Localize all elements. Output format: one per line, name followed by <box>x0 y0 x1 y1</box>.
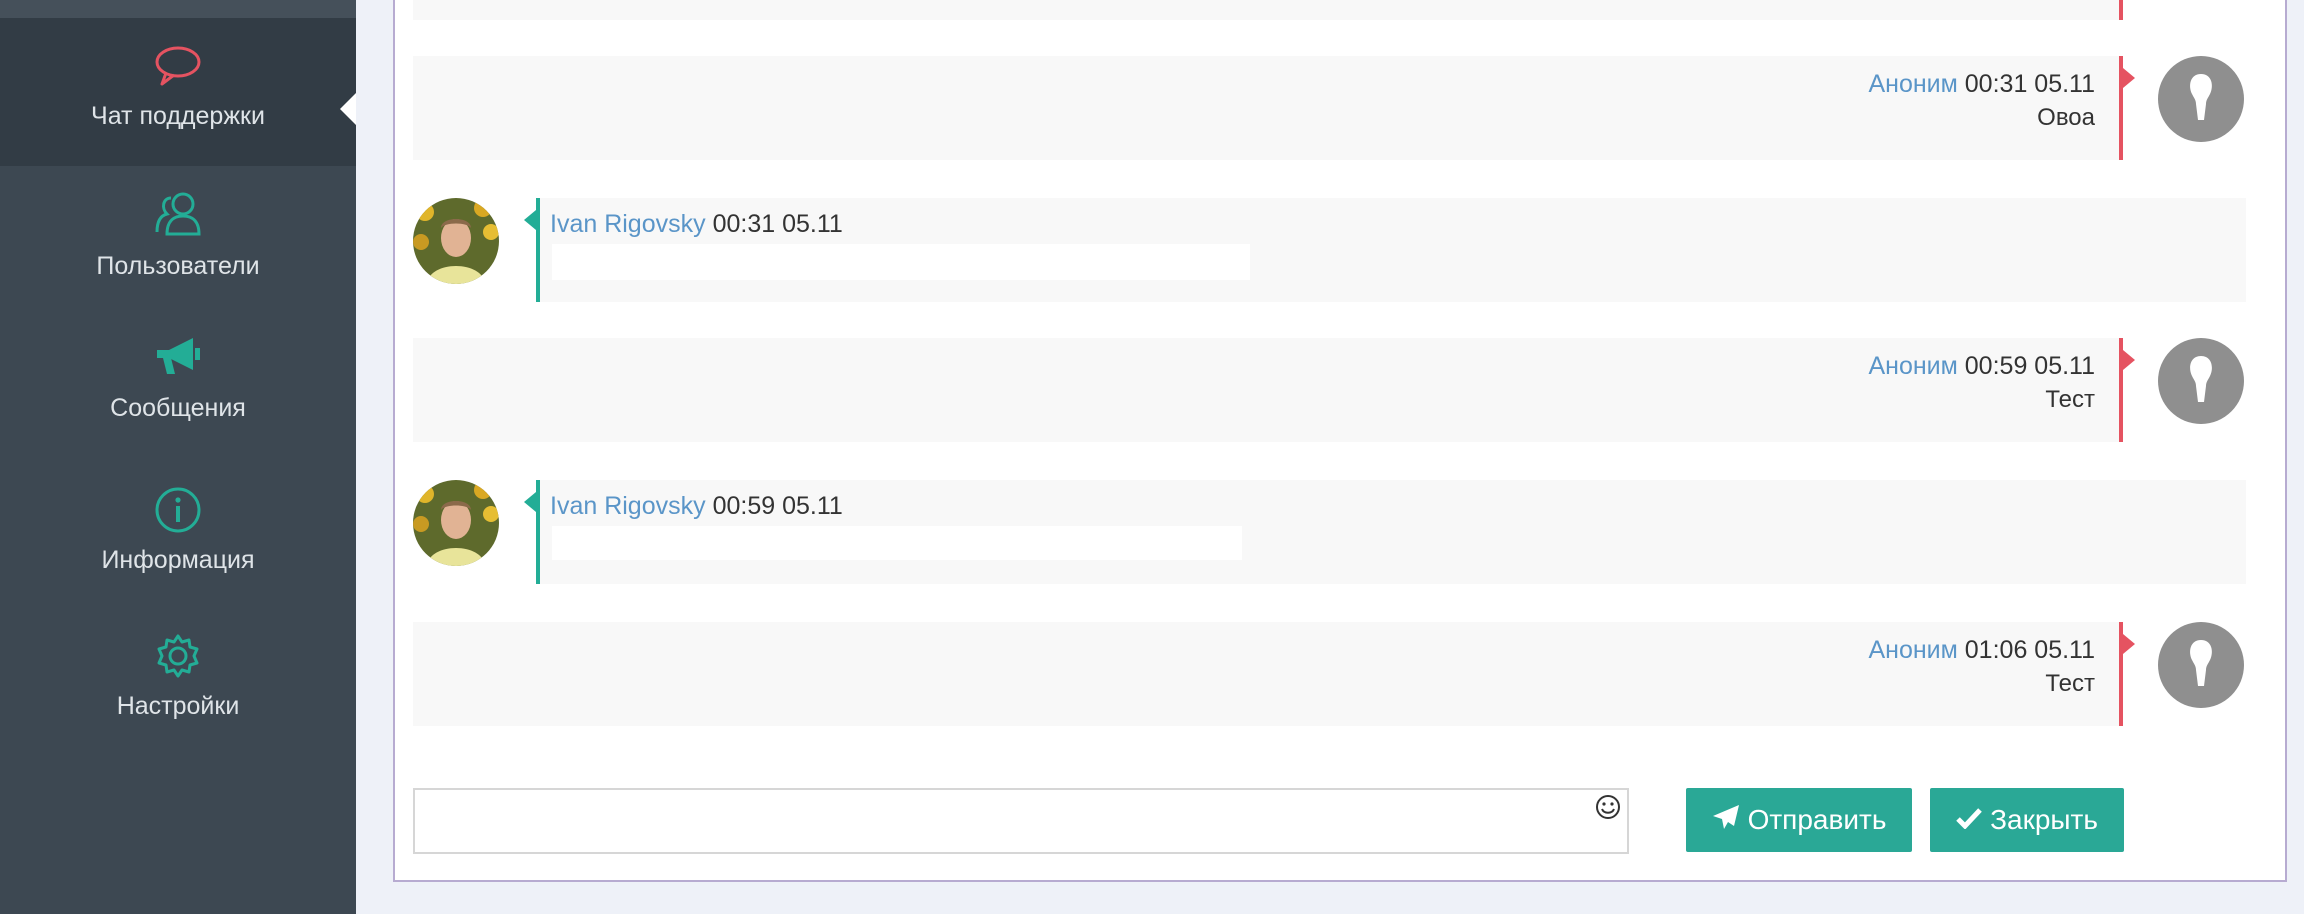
user-photo-icon <box>413 480 499 566</box>
close-button[interactable]: Закрыть <box>1930 788 2124 852</box>
megaphone-icon <box>153 336 203 385</box>
info-icon <box>154 486 202 539</box>
message-author[interactable]: Ivan Rigovsky <box>550 492 706 520</box>
message-header: Аноним 01:06 05.11 <box>1868 636 2095 665</box>
sidebar-item-messages[interactable]: Сообщения <box>0 316 356 456</box>
sidebar-item-label: Сообщения <box>110 394 246 422</box>
message-author[interactable]: Аноним <box>1868 352 1957 380</box>
message-time: 00:31 05.11 <box>1964 70 2095 98</box>
anonymous-user-icon <box>2190 640 2212 686</box>
user-photo-icon <box>413 198 499 284</box>
avatar <box>2158 56 2244 142</box>
avatar <box>2158 338 2244 424</box>
anonymous-user-icon <box>2190 356 2212 402</box>
gear-icon <box>154 632 202 685</box>
sidebar-item-settings[interactable]: Настройки <box>0 614 356 754</box>
message-time: 00:59 05.11 <box>1964 352 2095 380</box>
message-text <box>552 244 1250 280</box>
send-button-label: Отправить <box>1747 804 1887 835</box>
message-time: 01:06 05.11 <box>1964 636 2095 664</box>
message-partial <box>413 0 2123 20</box>
message-header: Ivan Rigovsky 00:59 05.11 <box>550 492 843 521</box>
smiley-icon[interactable] <box>1595 794 1621 825</box>
message-time: 00:59 05.11 <box>712 492 843 520</box>
avatar <box>413 198 499 284</box>
message-time: 00:31 05.11 <box>712 210 843 238</box>
message-row: Ivan Rigovsky 00:31 05.11 <box>524 198 2246 302</box>
close-button-label: Закрыть <box>1990 804 2098 835</box>
avatar <box>413 480 499 566</box>
sidebar-top-strip <box>0 0 356 18</box>
users-icon <box>153 190 203 243</box>
message-header: Аноним 00:59 05.11 <box>1868 352 2095 381</box>
message-text: Тест <box>2045 386 2095 413</box>
message-header: Ivan Rigovsky 00:31 05.11 <box>550 210 843 239</box>
paper-plane-icon <box>1712 804 1740 837</box>
sidebar-item-users[interactable]: Пользователи <box>0 170 356 310</box>
checkmark-icon <box>1956 804 1982 836</box>
message-author[interactable]: Аноним <box>1868 636 1957 664</box>
message-row: Аноним 00:31 05.11 Овоа <box>413 56 2135 160</box>
message-author[interactable]: Ivan Rigovsky <box>550 210 706 238</box>
avatar <box>2158 622 2244 708</box>
active-indicator <box>340 93 356 125</box>
message-input[interactable] <box>413 788 1629 854</box>
anonymous-user-icon <box>2190 74 2212 120</box>
sidebar-item-support-chat[interactable]: Чат поддержки <box>0 18 356 166</box>
sidebar-item-label: Настройки <box>116 692 240 720</box>
sidebar-item-label: Информация <box>101 546 255 574</box>
sidebar-item-label: Чат поддержки <box>91 102 265 130</box>
sidebar: Чат поддержки Пользователи Сообщения Инф… <box>0 0 356 914</box>
sidebar-item-label: Пользователи <box>96 252 260 280</box>
message-row: Ivan Rigovsky 00:59 05.11 <box>524 480 2246 584</box>
sidebar-item-info[interactable]: Информация <box>0 466 356 606</box>
message-row: Аноним 01:06 05.11 Тест <box>413 622 2135 726</box>
message-text: Овоа <box>2037 104 2095 131</box>
message-author[interactable]: Аноним <box>1868 70 1957 98</box>
message-text: Тест <box>2045 670 2095 697</box>
chat-bubble-icon <box>154 44 202 93</box>
message-header: Аноним 00:31 05.11 <box>1868 70 2095 99</box>
send-button[interactable]: Отправить <box>1686 788 1912 852</box>
message-row: Аноним 00:59 05.11 Тест <box>413 338 2135 442</box>
message-text <box>552 526 1242 560</box>
